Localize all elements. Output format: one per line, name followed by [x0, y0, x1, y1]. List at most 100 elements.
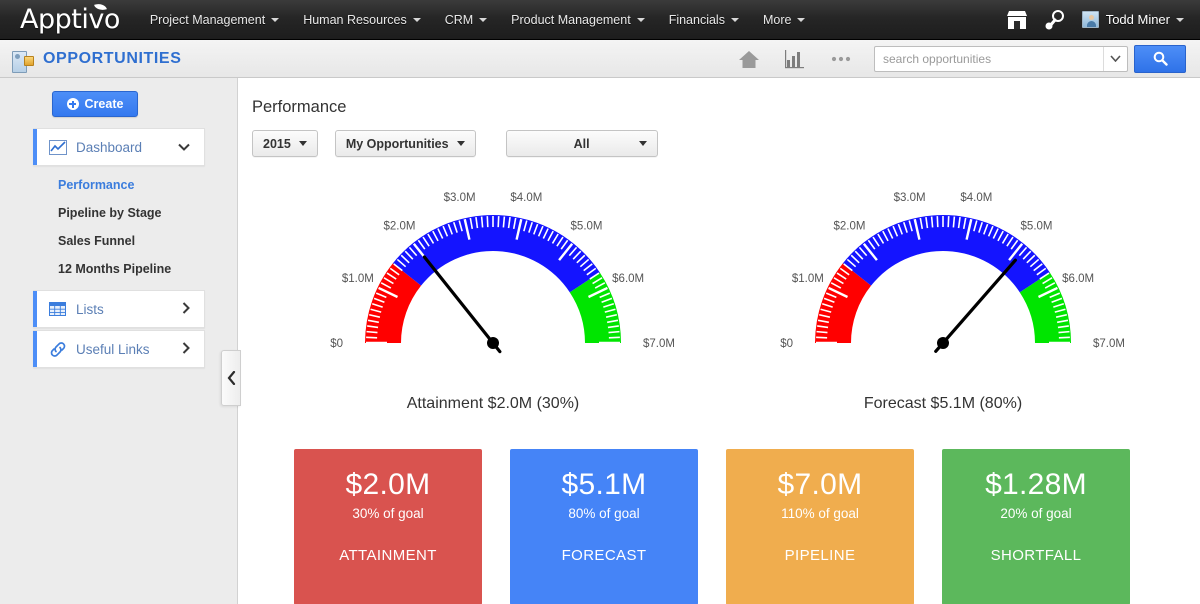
status-filter[interactable]: All	[506, 130, 658, 157]
gauge-row: $0$1.0M$2.0M$3.0M$4.0M$5.0M$6.0M$7.0M At…	[238, 183, 1200, 428]
svg-text:$0: $0	[330, 338, 343, 350]
subitem-label: 12 Months Pipeline	[58, 262, 171, 276]
kpi-percent: 80% of goal	[568, 506, 639, 521]
svg-text:$1.0M: $1.0M	[792, 273, 824, 285]
svg-text:$4.0M: $4.0M	[960, 192, 992, 204]
svg-text:$3.0M: $3.0M	[894, 192, 926, 204]
app-root: Apptivo Project Management Human Resourc…	[0, 0, 1200, 604]
gauge-attainment: $0$1.0M$2.0M$3.0M$4.0M$5.0M$6.0M$7.0M At…	[293, 183, 693, 428]
subitem-label: Pipeline by Stage	[58, 206, 162, 220]
sidebar-item-useful-links[interactable]: Useful Links	[33, 330, 205, 368]
top-nav-actions: Todd Miner	[998, 0, 1200, 40]
sidebar-item-lists[interactable]: Lists	[33, 290, 205, 328]
sidebar-label: Dashboard	[76, 140, 142, 155]
kpi-card-shortfall[interactable]: $1.28M 20% of goal SHORTFALL	[942, 449, 1130, 604]
sidebar-subitem-pipeline-by-stage[interactable]: Pipeline by Stage	[58, 206, 162, 220]
kpi-amount: $2.0M	[346, 469, 431, 501]
kpi-label: SHORTFALL	[991, 547, 1082, 564]
kpi-percent: 30% of goal	[352, 506, 423, 521]
nav-item-financials[interactable]: Financials	[657, 0, 751, 40]
kpi-label: FORECAST	[562, 547, 647, 564]
apptivo-logo[interactable]: Apptivo	[20, 4, 120, 35]
sidebar-item-dashboard[interactable]: Dashboard	[33, 128, 205, 166]
section-title: Performance	[252, 98, 346, 117]
year-filter[interactable]: 2015	[252, 130, 318, 157]
gauge-forecast-svg: $0$1.0M$2.0M$3.0M$4.0M$5.0M$6.0M$7.0M	[743, 183, 1143, 383]
nav-item-crm[interactable]: CRM	[433, 0, 499, 40]
link-icon	[49, 341, 67, 357]
grid-icon	[49, 301, 67, 317]
avatar[interactable]	[1082, 11, 1099, 28]
status-filter-label: All	[574, 137, 590, 151]
chevron-down-icon	[479, 18, 487, 22]
chevron-down-icon	[299, 141, 307, 146]
chevron-right-icon	[182, 342, 190, 357]
page-header: OPPORTUNITIES	[0, 40, 1200, 78]
svg-text:$3.0M: $3.0M	[444, 192, 476, 204]
more-options-icon[interactable]	[818, 40, 864, 78]
gauge-attainment-caption: Attainment $2.0M (30%)	[293, 395, 693, 413]
sidebar-subitem-performance[interactable]: Performance	[58, 178, 134, 192]
search-button[interactable]	[1134, 45, 1186, 73]
kpi-card-pipeline[interactable]: $7.0M 110% of goal PIPELINE	[726, 449, 914, 604]
kpi-card-forecast[interactable]: $5.1M 80% of goal FORECAST	[510, 449, 698, 604]
svg-text:$7.0M: $7.0M	[643, 338, 675, 350]
nav-item-human-resources[interactable]: Human Resources	[291, 0, 433, 40]
kpi-amount: $7.0M	[778, 469, 863, 501]
reports-icon[interactable]	[772, 40, 818, 78]
user-name-label[interactable]: Todd Miner	[1106, 12, 1170, 27]
nav-label: More	[763, 13, 791, 27]
sidebar: Create Dashboard Performance Pipeline by…	[0, 78, 238, 604]
sidebar-subitem-sales-funnel[interactable]: Sales Funnel	[58, 234, 135, 248]
chevron-down-icon	[731, 18, 739, 22]
kpi-card-attainment[interactable]: $2.0M 30% of goal ATTAINMENT	[294, 449, 482, 604]
sidebar-subitem-12-months-pipeline[interactable]: 12 Months Pipeline	[58, 262, 171, 276]
nav-item-project-management[interactable]: Project Management	[138, 0, 291, 40]
chevron-down-icon	[413, 18, 421, 22]
svg-text:$6.0M: $6.0M	[1062, 273, 1094, 285]
nav-label: Financials	[669, 13, 725, 27]
svg-text:$1.0M: $1.0M	[342, 273, 374, 285]
subitem-label: Sales Funnel	[58, 234, 135, 248]
store-icon[interactable]	[998, 0, 1036, 40]
search-area	[874, 45, 1186, 73]
kpi-label: ATTAINMENT	[339, 547, 437, 564]
sidebar-label: Lists	[76, 302, 104, 317]
create-button[interactable]: Create	[52, 91, 138, 117]
svg-text:$7.0M: $7.0M	[1093, 338, 1125, 350]
sidebar-collapse-handle[interactable]	[221, 350, 241, 406]
scope-filter[interactable]: My Opportunities	[335, 130, 476, 157]
nav-label: CRM	[445, 13, 473, 27]
kpi-amount: $1.28M	[985, 469, 1087, 501]
kpi-amount: $5.1M	[562, 469, 647, 501]
nav-item-more[interactable]: More	[751, 0, 817, 40]
chevron-down-icon	[178, 140, 190, 154]
nav-item-product-management[interactable]: Product Management	[499, 0, 657, 40]
svg-text:$0: $0	[780, 338, 793, 350]
chevron-down-icon	[639, 141, 647, 146]
svg-text:$4.0M: $4.0M	[510, 192, 542, 204]
page-header-right	[726, 40, 1200, 78]
main-content: Performance 2015 My Opportunities All $0…	[238, 78, 1200, 604]
search-scope-dropdown[interactable]	[1103, 47, 1127, 71]
page-title: OPPORTUNITIES	[43, 50, 181, 68]
home-icon[interactable]	[726, 40, 772, 78]
chevron-down-icon	[797, 18, 805, 22]
plus-icon	[67, 98, 79, 110]
scope-filter-label: My Opportunities	[346, 137, 449, 151]
person-shape	[15, 54, 20, 59]
svg-text:$6.0M: $6.0M	[612, 273, 644, 285]
svg-text:$5.0M: $5.0M	[1021, 221, 1053, 233]
page-header-left: OPPORTUNITIES	[12, 50, 181, 68]
kpi-card-row: $2.0M 30% of goal ATTAINMENT $5.1M 80% o…	[294, 449, 1130, 604]
key-icon[interactable]	[1036, 0, 1074, 40]
year-filter-label: 2015	[263, 137, 291, 151]
kpi-percent: 110% of goal	[781, 506, 859, 521]
search-box[interactable]	[874, 46, 1128, 72]
chevron-down-icon[interactable]	[1176, 18, 1184, 22]
nav-label: Product Management	[511, 13, 631, 27]
search-input[interactable]	[883, 52, 1103, 66]
gauge-attainment-svg: $0$1.0M$2.0M$3.0M$4.0M$5.0M$6.0M$7.0M	[293, 183, 693, 383]
create-label: Create	[85, 97, 124, 111]
top-navigation-bar: Apptivo Project Management Human Resourc…	[0, 0, 1200, 40]
